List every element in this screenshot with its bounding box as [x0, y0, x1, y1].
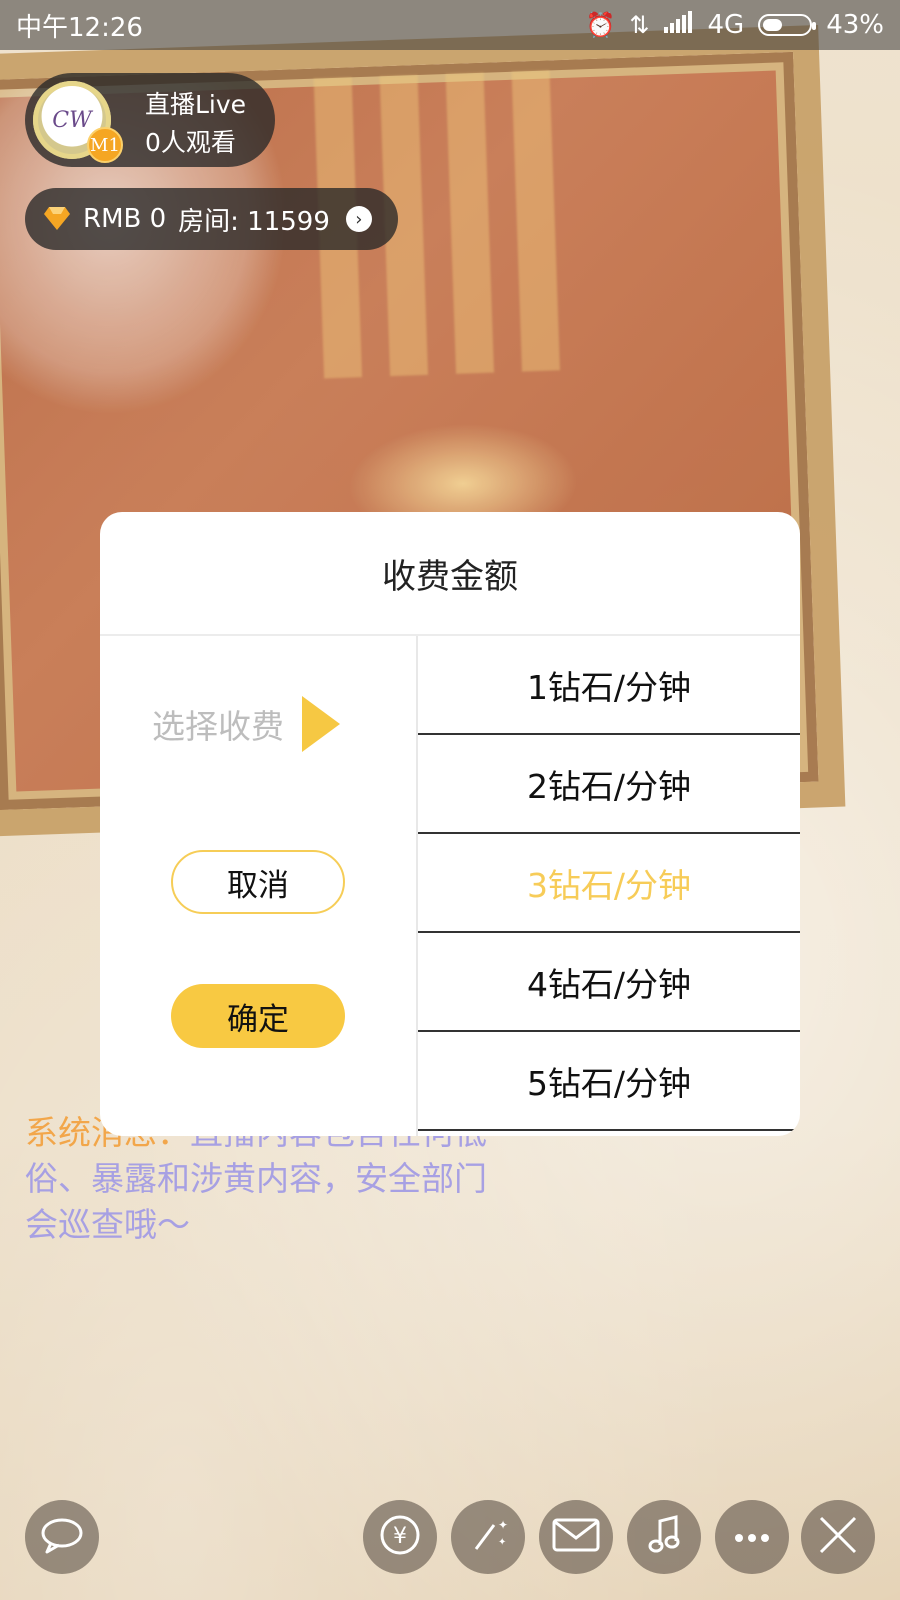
- chat-icon: [39, 1515, 85, 1559]
- more-button[interactable]: [715, 1500, 789, 1574]
- music-button[interactable]: [627, 1500, 701, 1574]
- svg-text:✦: ✦: [498, 1518, 508, 1532]
- fee-option[interactable]: 5钻石/分钟: [418, 1032, 800, 1131]
- confirm-button[interactable]: 确定: [171, 984, 345, 1048]
- network-type: 4G: [707, 10, 745, 40]
- chevron-right-icon[interactable]: ›: [345, 206, 372, 232]
- close-icon: [817, 1514, 859, 1560]
- play-arrow-icon: [302, 696, 340, 752]
- svg-text:✦: ✦: [498, 1537, 506, 1548]
- chat-button[interactable]: [25, 1500, 99, 1574]
- charge-button[interactable]: ¥: [363, 1500, 437, 1574]
- status-bar: 中午12:26 ⏰ ⇅ 4G 43%: [0, 0, 900, 50]
- currency-label: RMB: [83, 204, 142, 234]
- fee-option[interactable]: 4钻石/分钟: [418, 933, 800, 1032]
- battery-icon: [758, 14, 817, 36]
- yuan-icon: ¥: [378, 1513, 422, 1561]
- select-fee-label: 选择收费: [152, 696, 340, 752]
- room-id: 房间: 11599: [178, 206, 330, 237]
- dialog-left-panel: 选择收费 取消 确定: [100, 636, 418, 1136]
- room-info-pill[interactable]: RMB 0 房间: 11599 ›: [25, 188, 398, 250]
- close-button[interactable]: [801, 1500, 875, 1574]
- host-name: 直播Live: [145, 90, 247, 119]
- mail-icon: [551, 1517, 601, 1557]
- magic-wand-icon: ✦ ✦: [468, 1515, 508, 1559]
- svg-text:¥: ¥: [393, 1524, 407, 1549]
- dialog-title: 收费金额: [100, 512, 800, 636]
- signal-icon: [663, 10, 694, 40]
- beauty-button[interactable]: ✦ ✦: [451, 1500, 525, 1574]
- cancel-button[interactable]: 取消: [171, 850, 345, 914]
- balance-value: 0: [149, 204, 167, 234]
- viewer-count: 0人观看: [145, 128, 236, 157]
- level-badge: M1: [87, 127, 123, 163]
- status-time: 中午12:26: [16, 12, 143, 43]
- music-icon: [646, 1515, 682, 1559]
- select-fee-text: 选择收费: [152, 707, 284, 746]
- more-icon: [734, 1528, 770, 1547]
- fee-amount-dialog: 收费金额 选择收费 取消 确定 1钻石/分钟 2钻石/分钟 3钻石/分钟 4钻石…: [100, 512, 800, 1136]
- fee-option-selected[interactable]: 3钻石/分钟: [418, 834, 800, 933]
- alarm-icon: ⏰: [585, 11, 616, 39]
- message-button[interactable]: [539, 1500, 613, 1574]
- fee-option[interactable]: 1钻石/分钟: [418, 636, 800, 735]
- data-transfer-icon: ⇅: [629, 11, 650, 39]
- fee-options-list: 1钻石/分钟 2钻石/分钟 3钻石/分钟 4钻石/分钟 5钻石/分钟: [418, 636, 800, 1136]
- diamond-icon: [43, 205, 71, 233]
- fee-option[interactable]: 2钻石/分钟: [418, 735, 800, 834]
- battery-percent: 43%: [826, 10, 884, 40]
- host-info-pill[interactable]: CW M1 直播Live 0人观看: [25, 73, 275, 167]
